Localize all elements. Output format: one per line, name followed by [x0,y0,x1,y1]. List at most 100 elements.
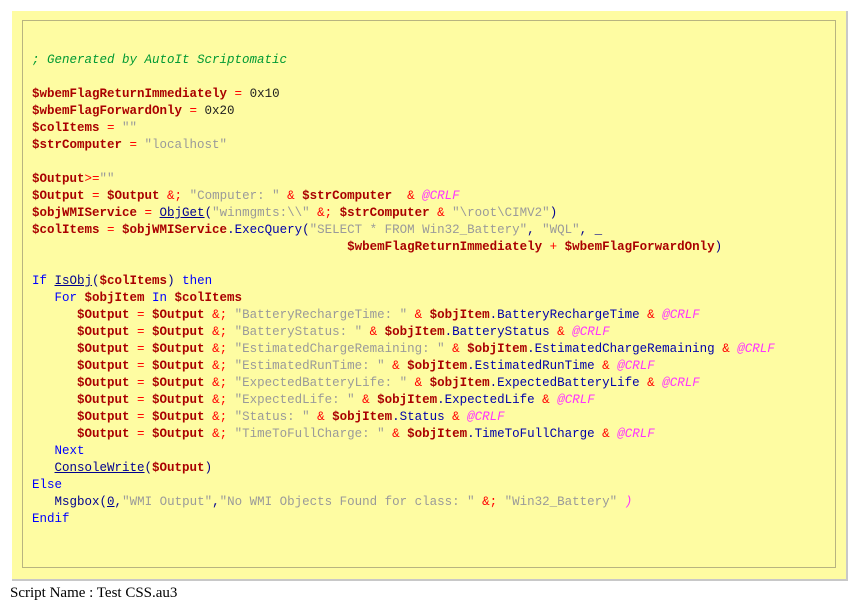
code-line: $strComputer = "localhost" [32,137,775,154]
code-token: & [639,308,663,322]
code-line: Endif [32,511,775,528]
code-line: $colItems = "" [32,120,775,137]
code-token: &; [474,495,505,509]
code-line: $Output = $Output &; "EstimatedChargeRem… [32,341,775,358]
code-line: $Output = $Output &; "TimeToFullCharge: … [32,426,775,443]
code-token: "localhost" [144,138,228,152]
code-token: &; [204,342,235,356]
code-token: & [384,427,408,441]
code-token: = [99,223,123,237]
code-token: Endif [32,512,70,526]
code-token: $strComputer [302,189,393,203]
code-token: & [407,308,430,322]
code-token: &; [204,359,235,373]
code-token: "TimeToFullCharge: " [234,427,385,441]
code-token: "BatteryStatus: " [234,325,363,339]
code-token: & [639,376,663,390]
code-block: ; Generated by AutoIt Scriptomatic $wbemF… [32,52,775,528]
code-line: $Output = $Output &; "Computer: " & $str… [32,188,775,205]
code-token: $wbemFlagForwardOnly [32,104,183,118]
code-token: "WMI Output" [122,495,213,509]
code-token: $wbemFlagReturnImmediately [347,240,543,254]
code-token: & [392,189,423,203]
code-token: $wbemFlagForwardOnly [564,240,715,254]
code-token: Else [32,478,63,492]
code-token: $objItem [332,410,393,424]
code-token: &; [159,189,190,203]
code-token: & [714,342,738,356]
code-token: & [549,325,573,339]
code-token: @CRLF [662,376,700,390]
code-token: = [99,121,123,135]
code-token: ( [92,274,100,288]
code-token: $Output [152,359,205,373]
code-line: $Output = $Output &; "BatteryStatus: " &… [32,324,775,341]
code-token: & [384,359,408,373]
code-token: & [354,393,378,407]
code-token: $Output [152,325,205,339]
code-token: = [137,206,160,220]
code-line: ; Generated by AutoIt Scriptomatic [32,52,775,69]
code-token: "winmgmts:\\" [212,206,310,220]
code-token: @CRLF [467,410,505,424]
code-token: $objItem [384,325,445,339]
code-token: $colItems [174,291,243,305]
code-token: ( [204,206,213,220]
code-token: @CRLF [422,189,460,203]
code-token: $objItem [467,342,528,356]
code-token: $objItem [429,308,490,322]
code-token: = [129,427,153,441]
code-token: $Output [152,342,205,356]
code-token: = [129,325,153,339]
code-token: & [594,359,618,373]
code-token: $Output [77,410,130,424]
code-token: @CRLF [617,427,655,441]
script-name-label: Script Name : Test CSS.au3 [10,585,178,601]
code-token: ) [204,461,213,475]
code-token: = [129,393,153,407]
code-token: @CRLF [572,325,610,339]
code-token: $colItems [32,121,100,135]
code-line: Msgbox(0,"WMI Output","No WMI Objects Fo… [32,494,775,511]
code-token: 0x10 [249,87,280,101]
code-token: 0 [107,495,115,509]
code-token: ( [302,223,310,237]
code-token: "BatteryRechargeTime: " [234,308,408,322]
code-token: @CRLF [617,359,655,373]
code-token: = [129,410,153,424]
code-token: $Output [107,189,160,203]
code-token: $objItem [407,359,468,373]
code-token: .TimeToFullCharge [467,427,595,441]
code-token: &; [309,206,340,220]
code-token: .EstimatedRunTime [467,359,595,373]
code-token: &; [204,376,235,390]
code-token: If [32,274,55,288]
code-token: , [212,495,220,509]
code-line: $Output = $Output &; "Status: " & $objIt… [32,409,775,426]
code-token: = [84,189,108,203]
code-token: &; [204,427,235,441]
code-line: Else [32,477,775,494]
code-token: = [129,376,153,390]
code-token: "ExpectedLife: " [234,393,355,407]
code-token: "EstimatedRunTime: " [234,359,385,373]
code-token: @CRLF [737,342,775,356]
code-token: & [309,410,333,424]
code-token: "ExpectedBatteryLife: " [234,376,408,390]
code-token: $Output [32,189,85,203]
code-token: $wbemFlagReturnImmediately [32,87,228,101]
code-token: = [129,359,153,373]
code-token: & [429,206,453,220]
code-token: .BatteryStatus [444,325,550,339]
code-token: Next [32,444,85,458]
code-token: $Output [152,410,205,424]
code-token: .ExecQuery [227,223,303,237]
code-token: &; [204,410,235,424]
